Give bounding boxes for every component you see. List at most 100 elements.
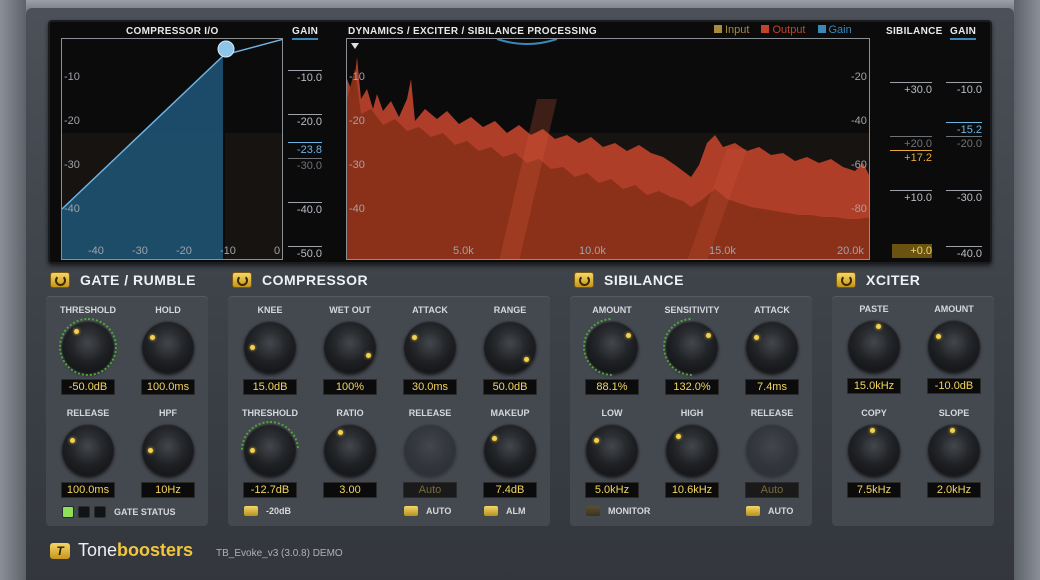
xciter-slope-value[interactable]: 2.0kHz: [927, 482, 981, 498]
xciter-copy-knob[interactable]: [848, 424, 900, 476]
comp-ratio-value[interactable]: 3.00: [323, 482, 377, 498]
sibilance-title: SIBILANCE: [604, 272, 684, 288]
knob-indicator: [754, 335, 759, 340]
xciter-slope-knob[interactable]: [928, 424, 980, 476]
xciter-copy-label: COPY: [861, 408, 887, 418]
sib-amount-value[interactable]: 88.1%: [585, 379, 639, 395]
comp-knee-value[interactable]: 15.0dB: [243, 379, 297, 395]
compressor-section-header: COMPRESSOR: [232, 272, 368, 288]
knob-indicator: [366, 353, 371, 358]
gate-section-header: GATE / RUMBLE: [50, 272, 196, 288]
sib-auto-label: AUTO: [768, 506, 794, 516]
gain-label: GAIN: [292, 26, 319, 40]
comp-knee-knob[interactable]: [244, 321, 296, 373]
gate-threshold-value[interactable]: -50.0dB: [61, 379, 115, 395]
sib-amount-knob[interactable]: [583, 318, 638, 376]
legend-output[interactable]: Output: [761, 24, 806, 36]
gate-power-button[interactable]: [50, 272, 70, 288]
sib-auto-led: [746, 506, 760, 516]
sib-low-control: LOW 5.0kHz: [574, 408, 650, 498]
gate-status-led: [94, 506, 106, 518]
comp-handle[interactable]: [217, 40, 235, 58]
comp-makeup-knob[interactable]: [484, 424, 536, 476]
legend-gain-label: Gain: [828, 24, 852, 36]
xciter-amount-knob[interactable]: [928, 320, 980, 372]
spec-xtick: 20.0k: [837, 245, 864, 257]
gate-status-label: GATE STATUS: [114, 507, 176, 517]
comp-threshold-knob[interactable]: [241, 421, 299, 476]
comp-range-label: RANGE: [493, 305, 527, 315]
sib-high-control: HIGH 10.6kHz: [654, 408, 730, 498]
knob-indicator: [870, 428, 875, 433]
xciter-copy-control: COPY 7.5kHz: [836, 408, 912, 498]
sib-high-value[interactable]: 10.6kHz: [665, 482, 719, 498]
comp-auto-toggle[interactable]: AUTO: [404, 506, 451, 516]
comp-gain-tick: -50.0: [288, 246, 322, 260]
xciter-copy-value[interactable]: 7.5kHz: [847, 482, 901, 498]
comp-attack-value[interactable]: 30.0ms: [403, 379, 457, 395]
spec-ytick-right: -60: [851, 159, 867, 171]
sibilance-section-header: SIBILANCE: [574, 272, 684, 288]
comp-alm-led: [484, 506, 498, 516]
comp-range-value[interactable]: 50.0dB: [483, 379, 537, 395]
knob-indicator: [74, 329, 79, 334]
comp-attack-knob[interactable]: [404, 321, 456, 373]
comp-20db-toggle[interactable]: -20dB: [244, 506, 291, 516]
gate-status-led: [62, 506, 74, 518]
brand-logo-icon: T: [50, 542, 70, 559]
legend-input[interactable]: Input: [714, 24, 749, 36]
comp-threshold-control: THRESHOLD -12.7dB: [232, 408, 308, 498]
comp-ratio-control: RATIO 3.00: [312, 408, 388, 498]
comp-wetout-value[interactable]: 100%: [323, 379, 377, 395]
xciter-paste-value[interactable]: 15.0kHz: [847, 378, 901, 394]
comp-wetout-label: WET OUT: [329, 305, 371, 315]
compressor-power-button[interactable]: [232, 272, 252, 288]
sib-sensitivity-value[interactable]: 132.0%: [665, 379, 719, 395]
spec-xtick: 15.0k: [709, 245, 736, 257]
sib-release-value[interactable]: Auto: [745, 482, 799, 498]
comp-threshold-value[interactable]: -12.7dB: [243, 482, 297, 498]
comp-ytick: -10: [64, 71, 80, 83]
sibilance-power-button[interactable]: [574, 272, 594, 288]
comp-release-label: RELEASE: [408, 408, 452, 418]
compressor-io-graph[interactable]: -10 -20 -30 -40 -40 -30 -20 -10 0: [61, 38, 283, 260]
sib-monitor-toggle[interactable]: MONITOR: [586, 506, 650, 516]
xciter-paste-knob[interactable]: [848, 320, 900, 372]
comp-wetout-knob[interactable]: [324, 321, 376, 373]
gate-release-knob[interactable]: [62, 424, 114, 476]
comp-release-knob[interactable]: [404, 424, 456, 476]
gate-threshold-knob[interactable]: [59, 318, 117, 376]
gate-hpf-value[interactable]: 10Hz: [141, 482, 195, 498]
knob-indicator: [412, 335, 417, 340]
gate-release-value[interactable]: 100.0ms: [61, 482, 115, 498]
comp-xtick: -30: [132, 245, 148, 257]
spec-xtick: 5.0k: [453, 245, 474, 257]
comp-knee-control: KNEE 15.0dB: [232, 305, 308, 395]
sib-release-knob[interactable]: [746, 424, 798, 476]
xciter-amount-value[interactable]: -10.0dB: [927, 378, 981, 394]
sib-low-knob[interactable]: [586, 424, 638, 476]
comp-release-value[interactable]: Auto: [403, 482, 457, 498]
sib-auto-toggle[interactable]: AUTO: [746, 506, 793, 516]
brand-name-plain: Tone: [78, 540, 118, 560]
sib-attack-value[interactable]: 7.4ms: [745, 379, 799, 395]
legend-gain[interactable]: Gain: [817, 24, 852, 36]
gate-hold-knob[interactable]: [142, 321, 194, 373]
comp-alm-toggle[interactable]: ALM: [484, 506, 526, 516]
gate-hpf-knob[interactable]: [142, 424, 194, 476]
sib-low-value[interactable]: 5.0kHz: [585, 482, 639, 498]
gate-threshold-ring: [59, 318, 117, 376]
sib-attack-knob[interactable]: [746, 321, 798, 373]
comp-range-knob[interactable]: [484, 321, 536, 373]
comp-makeup-value[interactable]: 7.4dB: [483, 482, 537, 498]
knob-indicator: [876, 324, 881, 329]
brand-logo[interactable]: T Toneboosters: [50, 540, 193, 561]
compressor-io-title: COMPRESSOR I/O: [126, 26, 219, 37]
gate-hold-value[interactable]: 100.0ms: [141, 379, 195, 395]
sib-amount-ring: [583, 318, 612, 376]
sib-high-knob[interactable]: [666, 424, 718, 476]
comp-makeup-control: MAKEUP 7.4dB: [472, 408, 548, 498]
sib-sensitivity-knob[interactable]: [663, 318, 718, 376]
comp-ratio-knob[interactable]: [324, 424, 376, 476]
xciter-power-button[interactable]: [836, 272, 856, 288]
